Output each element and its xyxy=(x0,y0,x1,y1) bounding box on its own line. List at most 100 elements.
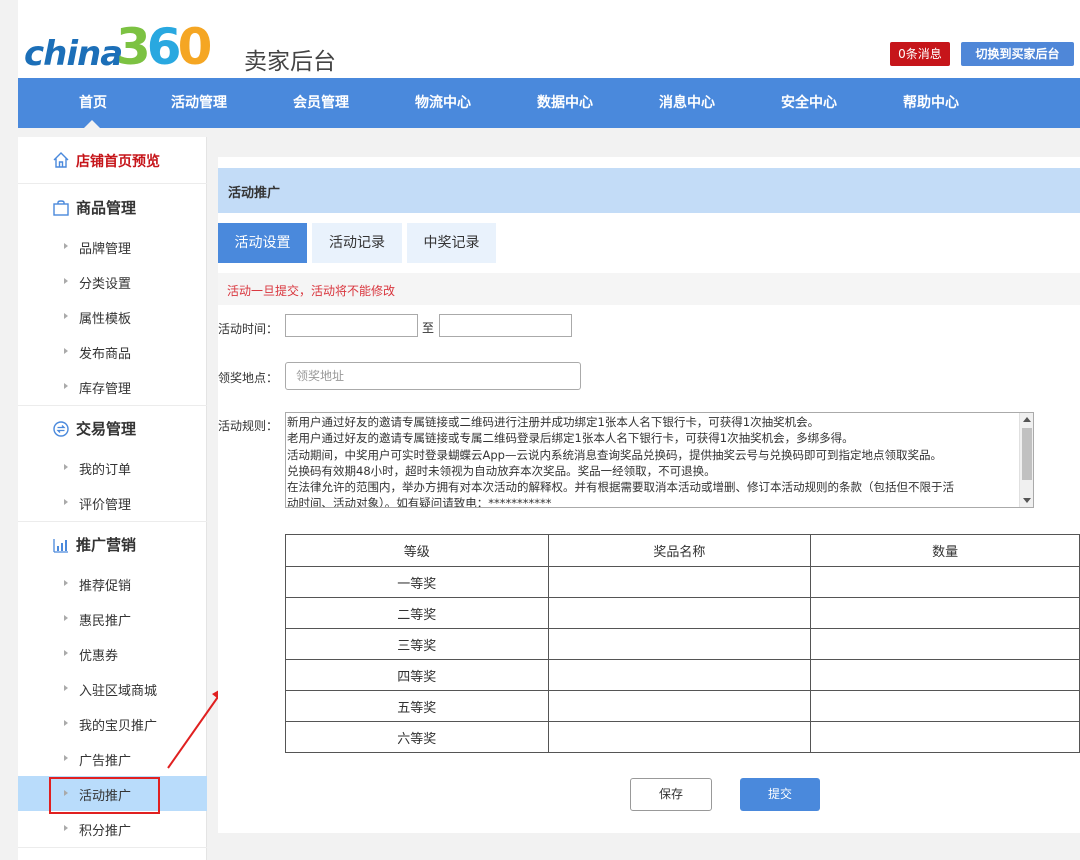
table-row: 三等奖 xyxy=(285,628,1080,660)
bag-icon xyxy=(53,200,69,216)
sidebar-item-recommend[interactable]: 推荐促销 xyxy=(18,566,207,601)
chevron-right-icon xyxy=(64,499,68,505)
prize-name-cell[interactable] xyxy=(547,628,812,660)
sidebar-divider xyxy=(18,847,207,848)
prize-qty-cell[interactable] xyxy=(810,659,1080,691)
chevron-right-icon xyxy=(64,348,68,354)
rules-line: 活动期间，中奖用户可实时登录蝴蝶云App—云说内系统消息查询奖品兑换码，提供抽奖… xyxy=(287,447,942,462)
rules-scrollbar[interactable] xyxy=(1019,413,1033,507)
logo-number: 360 xyxy=(116,18,212,76)
section-label-marketing: 推广营销 xyxy=(76,536,137,554)
chevron-right-icon xyxy=(64,650,68,656)
nav-item-security[interactable]: 安全中心 xyxy=(759,78,859,128)
tab-activity-records[interactable]: 活动记录 xyxy=(312,223,402,263)
sidebar-item-label: 优惠券 xyxy=(79,649,119,664)
end-date-input[interactable] xyxy=(439,314,572,337)
prize-qty-cell[interactable] xyxy=(810,690,1080,722)
prize-level: 六等奖 xyxy=(285,721,549,753)
rules-textarea[interactable]: 新用户通过好友的邀请专属链接或二维码进行注册并成功绑定1张本人名下银行卡，可获得… xyxy=(285,412,1034,508)
chevron-right-icon xyxy=(64,720,68,726)
nav-item-logistics[interactable]: 物流中心 xyxy=(393,78,493,128)
sidebar-item-attribute-template[interactable]: 属性模板 xyxy=(18,299,207,334)
section-label-trade: 交易管理 xyxy=(76,420,137,438)
nav-item-activity[interactable]: 活动管理 xyxy=(149,78,249,128)
main-panel: 活动推广 活动设置 活动记录 中奖记录 活动一旦提交，活动将不能修改 活动时间：… xyxy=(218,157,1080,833)
prize-qty-cell[interactable] xyxy=(810,597,1080,629)
save-button[interactable]: 保存 xyxy=(630,778,712,811)
sidebar-item-label: 分类设置 xyxy=(79,277,132,292)
sidebar-section-products: 商品管理 xyxy=(18,185,207,230)
sidebar-item-store-preview[interactable]: 店铺首页预览 xyxy=(18,137,207,184)
nav-item-messages[interactable]: 消息中心 xyxy=(637,78,737,128)
table-row: 一等奖 xyxy=(285,566,1080,598)
sidebar-item-label: 库存管理 xyxy=(79,382,132,397)
chevron-right-icon xyxy=(64,243,68,249)
scroll-thumb[interactable] xyxy=(1022,428,1032,480)
prize-table: 等级 奖品名称 数量 一等奖 二等奖 三等奖 四等奖 五等奖 六等奖 xyxy=(285,534,1080,753)
submit-button[interactable]: 提交 xyxy=(740,778,820,811)
table-header-row: 等级 奖品名称 数量 xyxy=(285,534,1080,567)
chevron-right-icon xyxy=(64,580,68,586)
rules-line: 新用户通过好友的邀请专属链接或二维码进行注册并成功绑定1张本人名下银行卡，可获得… xyxy=(287,415,820,429)
start-date-input[interactable] xyxy=(285,314,418,337)
tab-winning-records[interactable]: 中奖记录 xyxy=(407,223,496,263)
sidebar-item-label: 惠民推广 xyxy=(79,614,132,629)
rules-line: 老用户通过好友的邀请专属链接或专属二维码登录后绑定1张本人名下银行卡，可获得1次… xyxy=(287,431,854,446)
sidebar-item-orders[interactable]: 我的订单 xyxy=(18,450,207,485)
panel-title-bar: 活动推广 xyxy=(218,168,1080,213)
sidebar-item-label: 我的宝贝推广 xyxy=(79,719,158,734)
nav-active-caret xyxy=(84,120,100,128)
prize-qty-cell[interactable] xyxy=(810,721,1080,753)
sidebar-item-label: 属性模板 xyxy=(79,312,132,327)
exchange-icon xyxy=(53,421,69,437)
rules-label: 活动规则： xyxy=(218,419,279,433)
messages-button[interactable]: 0条消息 xyxy=(890,42,950,66)
sidebar-item-inventory[interactable]: 库存管理 xyxy=(18,369,207,404)
prize-qty-cell[interactable] xyxy=(810,628,1080,660)
sidebar-item-huimin[interactable]: 惠民推广 xyxy=(18,601,207,636)
notice-bar: 活动一旦提交，活动将不能修改 xyxy=(218,273,1080,305)
sidebar-item-points-promo[interactable]: 积分推广 xyxy=(18,811,207,846)
rules-text: 新用户通过好友的邀请专属链接或二维码进行注册并成功绑定1张本人名下银行卡，可获得… xyxy=(287,414,1017,507)
rules-line: 兑换码有效期48小时，超时未领视为自动放弃本次奖品。奖品一经领取，不可退换。 xyxy=(287,463,716,478)
prize-name-cell[interactable] xyxy=(547,566,812,598)
sidebar-item-publish[interactable]: 发布商品 xyxy=(18,334,207,369)
prize-name-cell[interactable] xyxy=(547,659,812,691)
prize-name-cell[interactable] xyxy=(547,721,812,753)
table-row: 四等奖 xyxy=(285,659,1080,691)
scroll-down-icon[interactable] xyxy=(1023,498,1031,503)
prize-name-cell[interactable] xyxy=(547,597,812,629)
header: china 360 卖家后台 0条消息 切换到买家后台 xyxy=(18,0,1080,78)
nav-item-data[interactable]: 数据中心 xyxy=(515,78,615,128)
scroll-up-icon[interactable] xyxy=(1023,417,1031,422)
sidebar-item-category[interactable]: 分类设置 xyxy=(18,264,207,299)
notice-text: 活动一旦提交，活动将不能修改 xyxy=(227,284,396,298)
nav-item-help[interactable]: 帮助中心 xyxy=(881,78,981,128)
table-row: 二等奖 xyxy=(285,597,1080,629)
chevron-right-icon xyxy=(64,755,68,761)
prize-name-cell[interactable] xyxy=(547,690,812,722)
prize-qty-cell[interactable] xyxy=(810,566,1080,598)
chevron-right-icon xyxy=(64,313,68,319)
section-label-products: 商品管理 xyxy=(76,199,137,217)
panel-title: 活动推广 xyxy=(228,186,281,201)
chevron-right-icon xyxy=(64,685,68,691)
sidebar-item-brand[interactable]: 品牌管理 xyxy=(18,229,207,264)
date-separator: 至 xyxy=(422,321,435,335)
chart-icon xyxy=(53,539,68,553)
logo-wordmark: china xyxy=(24,34,123,74)
page-title: 卖家后台 xyxy=(244,49,336,75)
sidebar-item-label: 推荐促销 xyxy=(79,579,132,594)
sidebar-item-reviews[interactable]: 评价管理 xyxy=(18,485,207,520)
tab-activity-settings[interactable]: 活动设置 xyxy=(218,223,307,263)
chevron-right-icon xyxy=(64,825,68,831)
sidebar-item-label: 品牌管理 xyxy=(79,242,132,257)
sidebar-item-label: 我的订单 xyxy=(79,463,132,478)
location-input[interactable]: 领奖地址 xyxy=(285,362,581,390)
store-preview-label: 店铺首页预览 xyxy=(76,154,160,170)
sidebar-item-label: 积分推广 xyxy=(79,824,132,839)
nav-item-members[interactable]: 会员管理 xyxy=(271,78,371,128)
sidebar-item-coupon[interactable]: 优惠券 xyxy=(18,636,207,671)
switch-to-buyer-button[interactable]: 切换到买家后台 xyxy=(961,42,1074,66)
site-logo[interactable]: china 360 xyxy=(24,14,232,76)
